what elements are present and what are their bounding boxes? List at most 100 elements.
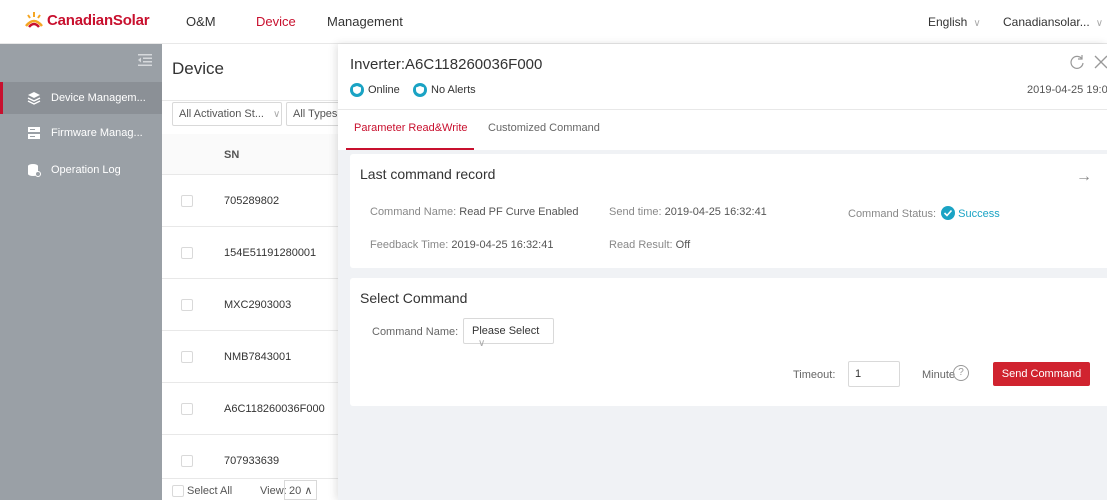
sidebar-item-firmware-management[interactable]: Firmware Manag...: [0, 117, 162, 149]
table-row[interactable]: MXC2903003: [162, 279, 352, 331]
drawer-title: Inverter:A6C118260036F000: [350, 56, 543, 73]
nav-item-device[interactable]: Device: [256, 14, 296, 29]
column-header-sn: SN: [224, 149, 240, 161]
row-checkbox[interactable]: [181, 299, 193, 311]
timeout-input[interactable]: 1: [848, 361, 900, 387]
status-success-value: Success: [958, 208, 1000, 220]
sidebar-item-label: Firmware Manag...: [51, 127, 143, 139]
sidebar-item-operation-log[interactable]: Operation Log: [0, 154, 162, 186]
row-checkbox[interactable]: [181, 195, 193, 207]
table-row[interactable]: A6C118260036F000: [162, 383, 352, 435]
user-name: Canadiansolar...: [1003, 15, 1090, 29]
inverter-detail-drawer: Inverter:A6C118260036F000 Online No Aler…: [338, 44, 1107, 500]
help-icon[interactable]: ?: [953, 365, 969, 381]
sidebar: Device Managem... Firmware Manag... Oper…: [0, 44, 162, 500]
active-tab-indicator: [346, 148, 474, 150]
row-sn: MXC2903003: [224, 299, 292, 311]
filter-label: All Activation St...: [179, 108, 264, 120]
command-name-field: Command Name: Read PF Curve Enabled: [370, 206, 579, 218]
send-time-field: Send time: 2019-04-25 16:32:41: [609, 206, 767, 218]
refresh-icon[interactable]: [1069, 54, 1085, 70]
select-placeholder: Please Select: [472, 325, 540, 337]
language-label: English: [928, 15, 968, 29]
server-icon: [28, 127, 40, 139]
row-sn: 154E51191280001: [224, 247, 317, 259]
field-value: 2019-04-25 16:32:41: [451, 239, 554, 251]
timeout-label: Timeout:: [793, 369, 836, 381]
device-list-panel: Device All Activation St... ∨ All Types …: [162, 44, 356, 500]
arrow-right-icon[interactable]: →: [1076, 168, 1092, 186]
activation-status-filter[interactable]: All Activation St... ∨: [172, 102, 282, 126]
card-title: Select Command: [360, 290, 468, 306]
tab-parameter-read-write[interactable]: Parameter Read&Write: [354, 122, 468, 134]
timestamp: 2019-04-25 19:07: [1027, 84, 1107, 96]
layers-icon: [27, 92, 41, 105]
field-label: Command Status:: [848, 208, 937, 220]
minute-label: Minute: [922, 369, 956, 381]
row-checkbox[interactable]: [181, 455, 193, 467]
shield-icon: [350, 83, 364, 97]
tab-bar: Parameter Read&Write Customized Command: [338, 109, 1107, 150]
feedback-time-field: Feedback Time: 2019-04-25 16:32:41: [370, 239, 553, 251]
language-selector[interactable]: English ∨: [928, 15, 981, 29]
chevron-up-icon: ∧: [304, 485, 313, 497]
sidebar-item-device-management[interactable]: Device Managem...: [0, 82, 162, 114]
field-value: 2019-04-25 16:32:41: [664, 206, 767, 218]
row-sn: 707933639: [224, 455, 280, 467]
field-label: Command Name:: [370, 206, 457, 218]
collapse-menu-icon[interactable]: [138, 54, 152, 66]
sidebar-item-label: Device Managem...: [51, 92, 146, 104]
filter-label: All Types: [293, 108, 338, 120]
read-result-field: Read Result: Off: [609, 239, 690, 251]
nav-item-om[interactable]: O&M: [186, 14, 216, 29]
page-size-select[interactable]: 20 ∧: [284, 480, 318, 500]
page-title: Device: [172, 59, 224, 78]
sun-logo-icon: [25, 12, 43, 28]
row-sn: A6C118260036F000: [224, 403, 325, 415]
row-checkbox[interactable]: [181, 247, 193, 259]
user-menu[interactable]: Canadiansolar... ∨: [1003, 15, 1103, 29]
field-value: Off: [675, 239, 691, 251]
select-command-card: Select Command Command Name: Please Sele…: [350, 278, 1107, 406]
brand-name: CanadianSolar: [47, 11, 150, 29]
shield-icon: [413, 83, 427, 97]
online-status-badge: Online: [350, 83, 400, 97]
row-sn: NMB7843001: [224, 351, 292, 363]
tab-customized-command[interactable]: Customized Command: [488, 122, 600, 134]
table-row[interactable]: NMB7843001: [162, 331, 352, 383]
chevron-down-icon: ∨: [273, 109, 281, 120]
chevron-down-icon: ∨: [1095, 18, 1104, 29]
card-title: Last command record: [360, 166, 496, 182]
drawer-actions: [1069, 54, 1107, 70]
row-sn: 705289802: [224, 195, 280, 207]
command-name-label: Command Name:: [372, 326, 459, 338]
timeout-value: 1: [855, 368, 862, 380]
list-footer: Select All View: 20 ∧: [162, 478, 352, 500]
page-size-value: 20: [289, 485, 302, 497]
row-checkbox[interactable]: [181, 403, 193, 415]
field-value: Read PF Curve Enabled: [459, 206, 579, 218]
alerts-status-badge: No Alerts: [413, 83, 476, 97]
command-status-field: Command Status: Success: [848, 206, 1000, 220]
close-icon[interactable]: [1093, 54, 1107, 70]
send-command-button[interactable]: Send Command: [993, 362, 1090, 386]
check-circle-icon: [941, 206, 956, 220]
divider: [162, 100, 352, 101]
database-icon: [28, 164, 41, 177]
command-select[interactable]: Please Select ∨: [463, 318, 554, 349]
status-alerts-label: No Alerts: [431, 84, 476, 96]
nav-item-management[interactable]: Management: [327, 14, 403, 29]
top-navigation-bar: CanadianSolar O&M Device Management Engl…: [0, 0, 1107, 44]
view-label: View:: [260, 485, 287, 497]
select-all-label[interactable]: Select All: [187, 485, 232, 497]
drawer-header: Inverter:A6C118260036F000 Online No Aler…: [338, 44, 1107, 150]
chevron-down-icon: ∨: [973, 18, 981, 29]
brand-logo[interactable]: CanadianSolar: [24, 10, 150, 30]
field-label: Feedback Time:: [370, 239, 449, 251]
table-row[interactable]: 154E51191280001: [162, 227, 352, 279]
row-checkbox[interactable]: [181, 351, 193, 363]
table-row[interactable]: 705289802: [162, 175, 352, 227]
sidebar-item-label: Operation Log: [51, 164, 121, 176]
table-header: SN: [162, 134, 352, 175]
select-all-checkbox[interactable]: [172, 485, 184, 497]
